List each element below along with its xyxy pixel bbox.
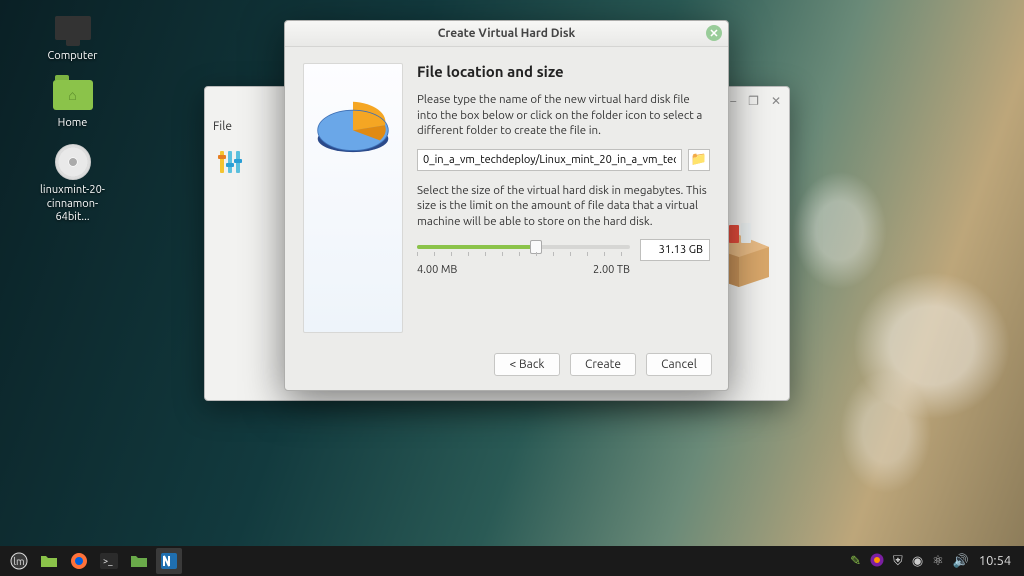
taskbar-firefox-button[interactable]: [66, 548, 92, 574]
disc-icon: [55, 144, 91, 180]
start-menu-button[interactable]: lm: [6, 548, 32, 574]
home-folder-icon: [53, 80, 93, 110]
cancel-button[interactable]: Cancel: [646, 353, 712, 376]
browse-folder-button[interactable]: 📁: [688, 149, 710, 171]
desktop-icon-label: Home: [58, 117, 88, 130]
preferences-icon[interactable]: [213, 144, 249, 180]
taskbar-virtualbox-button[interactable]: [156, 548, 182, 574]
terminal-icon: >_: [100, 553, 118, 569]
dialog-title: Create Virtual Hard Disk: [438, 27, 576, 40]
desktop-icon-home[interactable]: Home: [30, 75, 115, 130]
disk-size-input[interactable]: [640, 239, 710, 261]
tray-volume-icon[interactable]: 🔊: [953, 554, 969, 569]
dialog-titlebar[interactable]: Create Virtual Hard Disk ✕: [285, 21, 728, 47]
tray-updates-icon[interactable]: ◉: [912, 554, 923, 569]
taskbar-clock[interactable]: 10:54: [978, 554, 1012, 568]
folder-icon: 📁: [691, 152, 707, 167]
tray-network-icon[interactable]: ⚛: [932, 554, 944, 569]
virtualbox-icon: [160, 552, 178, 570]
taskbar-files-button[interactable]: [36, 548, 62, 574]
maximize-icon[interactable]: ❐: [748, 94, 759, 108]
create-virtual-hard-disk-dialog: Create Virtual Hard Disk ✕ File location…: [284, 20, 729, 391]
size-min-label: 4.00 MB: [417, 264, 457, 276]
desktop-icon-iso[interactable]: linuxmint-20-cinnamon-64bit...: [30, 142, 115, 224]
firefox-icon: [70, 552, 88, 570]
close-icon[interactable]: ✕: [771, 94, 781, 108]
size-max-label: 2.00 TB: [593, 264, 630, 276]
folder-icon: [130, 553, 148, 569]
back-button[interactable]: < Back: [494, 353, 560, 376]
svg-text:lm: lm: [13, 556, 24, 567]
desktop-icon-computer[interactable]: Computer: [30, 8, 115, 63]
disk-size-slider[interactable]: [417, 242, 630, 252]
dialog-side-illustration: [303, 63, 403, 333]
file-location-input[interactable]: [417, 149, 682, 171]
tray-firefox-icon[interactable]: [870, 553, 884, 570]
system-tray: ✎ ⛨ ◉ ⚛ 🔊 10:54: [850, 553, 1018, 570]
dialog-close-button[interactable]: ✕: [706, 25, 722, 41]
slider-ticks: [417, 252, 630, 258]
taskbar-terminal-button[interactable]: >_: [96, 548, 122, 574]
dialog-footer: < Back Create Cancel: [285, 343, 728, 390]
computer-icon: [55, 16, 91, 40]
folder-icon: [40, 553, 58, 569]
svg-text:>_: >_: [103, 556, 113, 566]
desktop-icon-label: linuxmint-20-cinnamon-64bit...: [30, 184, 115, 224]
desktop-icon-label: Computer: [48, 50, 98, 63]
dialog-heading: File location and size: [417, 63, 710, 80]
tray-shield-icon[interactable]: ⛨: [893, 554, 903, 569]
dialog-main: File location and size Please type the n…: [417, 63, 710, 333]
menu-file[interactable]: File: [213, 120, 232, 133]
tray-color-icon[interactable]: ✎: [850, 554, 861, 569]
taskbar: lm >_ ✎ ⛨ ◉ ⚛ 🔊 10:54: [0, 546, 1024, 576]
pie-chart-icon: [311, 90, 395, 174]
create-button[interactable]: Create: [570, 353, 636, 376]
dialog-paragraph-size: Select the size of the virtual hard disk…: [417, 183, 710, 230]
dialog-paragraph-location: Please type the name of the new virtual …: [417, 92, 710, 139]
minimize-icon[interactable]: –: [730, 95, 736, 108]
desktop-icons: Computer Home linuxmint-20-cinnamon-64bi…: [30, 8, 115, 224]
taskbar-files2-button[interactable]: [126, 548, 152, 574]
